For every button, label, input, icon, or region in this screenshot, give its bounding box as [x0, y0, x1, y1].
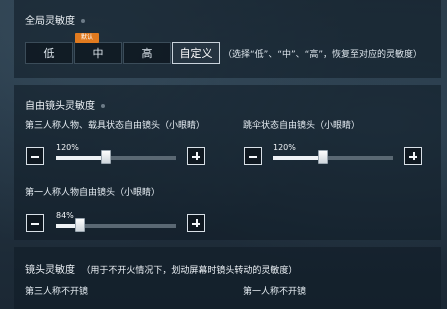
slider-fill	[273, 156, 324, 160]
sensitivity-slider-first-person[interactable]	[56, 218, 176, 232]
slider-value: 120%	[273, 143, 296, 152]
minus-icon	[31, 223, 39, 225]
preset-hint: （选择“低”、“中”、“高”，恢复至对应的灵敏度）	[223, 50, 422, 60]
decrease-button[interactable]	[26, 147, 44, 165]
option-low-button[interactable]: 低	[25, 42, 73, 64]
increase-button[interactable]	[187, 214, 205, 232]
slider-label-parachute: 跳伞状态自由镜头（小眼睛）	[243, 121, 361, 131]
slider-value: 120%	[56, 143, 79, 152]
slider-handle[interactable]	[318, 150, 329, 164]
third-person-no-scope-label: 第三人称不开镜	[25, 287, 89, 297]
slider-label-first-person: 第一人称人物自由镜头（小眼睛）	[25, 188, 161, 198]
minus-icon	[31, 156, 39, 158]
option-high-button[interactable]: 高	[123, 42, 171, 64]
slider-label-third-person: 第三人称人物、载具状态自由镜头（小眼睛）	[25, 121, 206, 131]
camera-sensitivity-subtitle: （用于不开火情况下，划动屏幕时镜头转动的灵敏度）	[81, 266, 298, 276]
info-dot-icon	[81, 19, 85, 23]
slider-fill	[56, 156, 107, 160]
increase-button[interactable]	[404, 147, 422, 165]
camera-sensitivity-title: 镜头灵敏度 （用于不开火情况下，划动屏幕时镜头转动的灵敏度）	[25, 265, 298, 276]
option-medium-button[interactable]: 中	[74, 42, 122, 64]
info-dot-icon	[101, 104, 105, 108]
camera-sensitivity-panel	[14, 247, 441, 309]
minus-icon	[249, 156, 257, 158]
slider-handle[interactable]	[101, 150, 112, 164]
decrease-button[interactable]	[244, 147, 262, 165]
first-person-no-scope-label: 第一人称不开镜	[243, 287, 307, 297]
default-badge: 默认	[75, 33, 100, 43]
increase-button[interactable]	[187, 147, 205, 165]
slider-handle[interactable]	[75, 218, 85, 232]
global-sensitivity-title: 全局灵敏度	[25, 12, 85, 27]
sensitivity-slider-third-person[interactable]	[56, 150, 176, 164]
sensitivity-slider-parachute[interactable]	[273, 150, 393, 164]
decrease-button[interactable]	[26, 214, 44, 232]
slider-value: 84%	[56, 211, 74, 220]
free-camera-title: 自由镜头灵敏度	[25, 97, 105, 112]
option-custom-button[interactable]: 自定义	[172, 42, 220, 64]
